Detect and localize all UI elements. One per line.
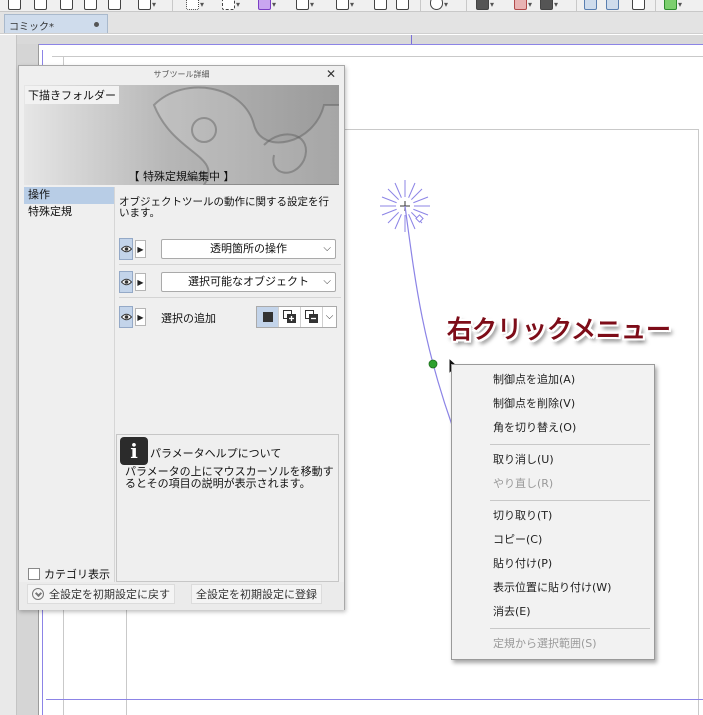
category-list: 操作 特殊定規	[24, 187, 116, 582]
expand-arrow-icon[interactable]: ▶	[135, 273, 146, 291]
undo-icon[interactable]: ▾	[430, 0, 448, 10]
brush-icon[interactable]: ▾	[540, 0, 558, 10]
rotate-tool-icon[interactable]	[606, 0, 619, 10]
control-point-icon	[428, 359, 438, 369]
tool-description: オブジェクトツールの動作に関する設定を行います。	[119, 196, 329, 219]
sub-tool-detail-panel: サブツール詳細 ✕ 下描きフォルダー 【 特殊定規編集中 】 操作 特殊定規 オ…	[18, 65, 345, 610]
overlay-caption: 右クリックメニュー	[447, 316, 672, 344]
fill-icon[interactable]: ▾	[476, 0, 494, 10]
menu-item-cut[interactable]: 切り取り(T)	[452, 506, 654, 526]
menu-item-paste-in-place[interactable]: 表示位置に貼り付け(W)	[452, 578, 654, 598]
add-selection-icon[interactable]	[279, 307, 301, 327]
color-icon[interactable]: ▾	[258, 0, 276, 10]
expand-arrow-icon[interactable]: ▶	[135, 308, 146, 326]
green-tool-icon[interactable]: ▾	[664, 0, 682, 10]
add-selection-label: 選択の追加	[161, 312, 216, 325]
reset-all-settings-button[interactable]: 全設定を初期設定に戻す	[27, 584, 175, 604]
eye-icon[interactable]	[119, 238, 133, 260]
folder-icon[interactable]	[84, 0, 97, 10]
chevron-down-icon: ⌵	[323, 243, 331, 254]
panel-title: サブツール詳細	[153, 70, 210, 79]
preview-folder-label: 下描きフォルダー	[25, 86, 119, 104]
menu-item-toggle-corner[interactable]: 角を切り替え(O)	[452, 418, 654, 438]
preview-caption: 【 特殊定規編集中 】	[128, 170, 235, 183]
top-toolbar: ▾ ▾ ▾ ▾ ▾ ▾ ▾ ▾ ▾ ▾ ▾	[0, 0, 703, 12]
info-icon: i	[120, 437, 148, 465]
palette-icon[interactable]: ▾	[514, 0, 532, 10]
parameter-help-box: i パラメータヘルプについて パラメータの上にマウスカーソルを移動するとその項目…	[116, 434, 339, 582]
pointer-tool-icon[interactable]	[584, 0, 597, 10]
chevron-down-icon[interactable]: ⌵	[323, 307, 336, 327]
menu-item-copy[interactable]: コピー(C)	[452, 530, 654, 550]
transparent-operation-select[interactable]: 透明箇所の操作 ⌵	[161, 239, 336, 259]
menu-item-delete-control-point[interactable]: 制御点を削除(V)	[452, 394, 654, 414]
document-tab-bar: コミック*	[0, 12, 703, 34]
help-text: パラメータの上にマウスカーソルを移動するとその項目の説明が表示されます。	[125, 465, 334, 490]
menu-item-add-control-point[interactable]: 制御点を追加(A)	[452, 370, 654, 390]
transform-icon[interactable]: ▾	[336, 0, 354, 10]
new-file-icon[interactable]	[8, 0, 21, 10]
menu-item-redo[interactable]: やり直し(R)	[452, 474, 654, 494]
selectable-object-select[interactable]: 選択可能なオブジェクト ⌵	[161, 272, 336, 292]
subtract-selection-icon[interactable]	[301, 307, 323, 327]
menu-separator	[490, 628, 650, 629]
tool-preview: 下描きフォルダー 【 特殊定規編集中 】	[24, 85, 339, 185]
export-icon[interactable]: ▾	[138, 0, 156, 10]
panel-bottom-bar: 全設定を初期設定に戻す 全設定を初期設定に登録	[19, 582, 344, 610]
new-page-icon[interactable]	[60, 0, 73, 10]
copy-icon[interactable]	[396, 0, 409, 10]
frame-tool-icon[interactable]	[632, 0, 645, 10]
close-icon[interactable]: ✕	[324, 68, 338, 82]
eye-icon[interactable]	[119, 271, 133, 293]
checkbox-icon	[28, 568, 40, 580]
selectable-object-value: 選択可能なオブジェクト	[188, 275, 309, 288]
eye-icon[interactable]	[119, 306, 133, 328]
document-tab-label: コミック*	[9, 22, 54, 33]
open-file-icon[interactable]	[34, 0, 47, 10]
link-icon[interactable]	[374, 0, 387, 10]
new-selection-icon[interactable]	[257, 307, 279, 327]
category-item-special-ruler[interactable]: 特殊定規	[24, 204, 116, 221]
expand-arrow-icon[interactable]: ▶	[135, 240, 146, 258]
chevron-down-icon: ⌵	[323, 276, 331, 287]
property-row-add-selection: ▶ 選択の追加 ⌵	[119, 306, 341, 328]
menu-item-clear[interactable]: 消去(E)	[452, 602, 654, 622]
property-area: オブジェクトツールの動作に関する設定を行います。 ▶ 透明箇所の操作 ⌵ ▶ 選…	[114, 187, 341, 582]
property-row-selectable: ▶ 選択可能なオブジェクト ⌵	[119, 271, 341, 293]
menu-separator	[490, 444, 650, 445]
menu-item-selection-from-ruler[interactable]: 定規から選択範囲(S)	[452, 634, 654, 654]
menu-separator	[490, 500, 650, 501]
menu-item-paste[interactable]: 貼り付け(P)	[452, 554, 654, 574]
selection-mode-group: ⌵	[256, 306, 337, 328]
top-ruler	[17, 35, 703, 44]
register-default-settings-button[interactable]: 全設定を初期設定に登録	[191, 584, 322, 604]
transparent-operation-value: 透明箇所の操作	[210, 242, 287, 255]
category-display-label: カテゴリ表示	[44, 568, 110, 581]
menu-item-undo[interactable]: 取り消し(U)	[452, 450, 654, 470]
selection-icon[interactable]: ▾	[222, 0, 240, 10]
register-default-settings-label: 全設定を初期設定に登録	[196, 588, 317, 601]
left-ruler	[0, 35, 17, 715]
save-icon[interactable]	[108, 0, 121, 10]
grid-icon[interactable]: ▾	[186, 0, 204, 10]
help-title: パラメータヘルプについて	[150, 447, 282, 460]
category-item-operation[interactable]: 操作	[24, 187, 116, 204]
reset-all-settings-label: 全設定を初期設定に戻す	[49, 588, 170, 601]
category-display-checkbox[interactable]: カテゴリ表示	[28, 566, 110, 582]
property-row-transparent: ▶ 透明箇所の操作 ⌵	[119, 238, 341, 260]
layer-icon[interactable]: ▾	[296, 0, 314, 10]
document-tab[interactable]: コミック*	[4, 14, 108, 33]
unsaved-dot-icon	[94, 22, 99, 27]
context-menu: 制御点を追加(A) 制御点を削除(V) 角を切り替え(O) 取り消し(U) やり…	[451, 364, 655, 660]
reset-icon	[32, 588, 44, 600]
